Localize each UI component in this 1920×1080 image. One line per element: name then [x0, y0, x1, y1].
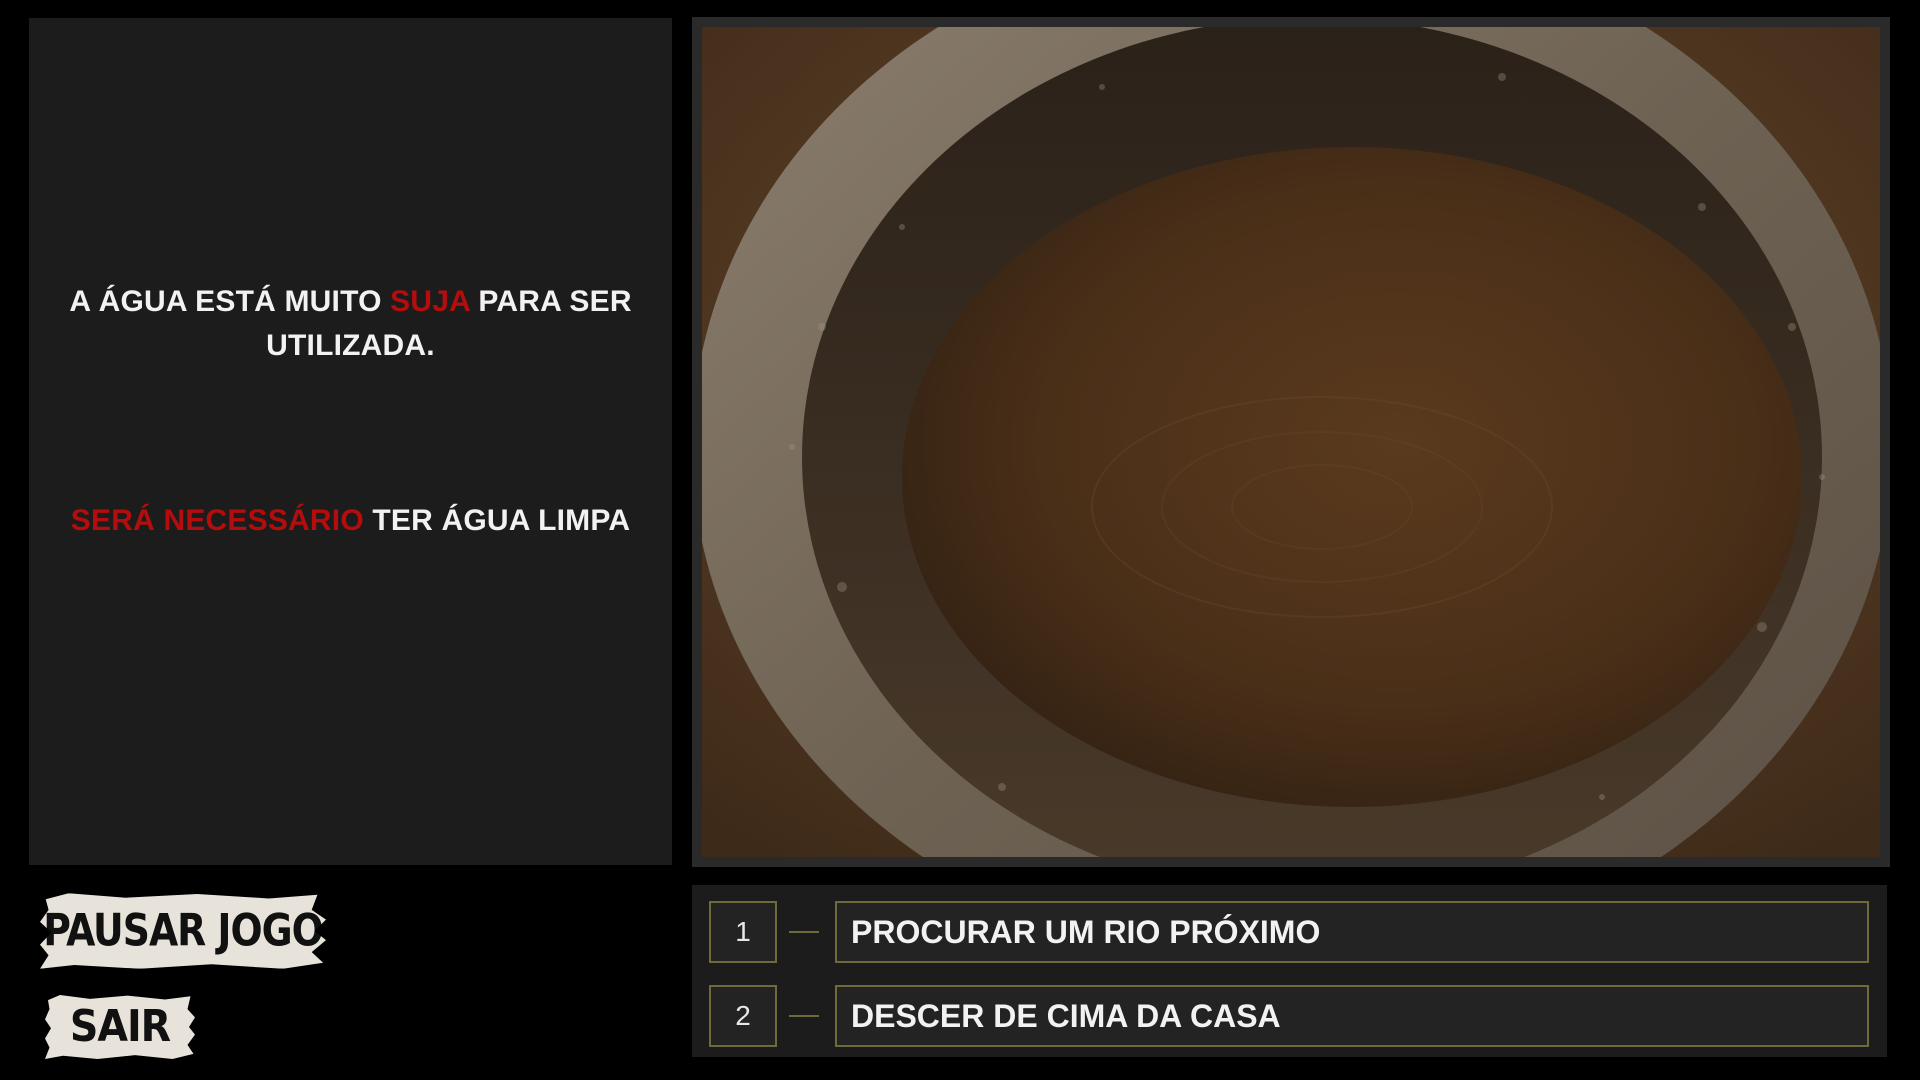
choice-label[interactable]: PROCURAR UM RIO PRÓXIMO	[835, 901, 1869, 963]
narration-line-1-start: A ÁGUA ESTÁ MUITO	[69, 285, 391, 318]
narration-highlight-necessary: SERÁ NECESSÁRIO	[70, 504, 364, 537]
choice-connector	[789, 931, 819, 933]
narration-line-2: SERÁ NECESSÁRIO TER ÁGUA LIMPA	[49, 499, 652, 543]
choices-panel: 1 PROCURAR UM RIO PRÓXIMO 2 DESCER DE CI…	[692, 885, 1887, 1057]
choice-label[interactable]: DESCER DE CIMA DA CASA	[835, 985, 1869, 1047]
choice-connector	[789, 1015, 819, 1017]
choice-option-2[interactable]: 2 DESCER DE CIMA DA CASA	[709, 985, 1869, 1047]
choice-option-1[interactable]: 1 PROCURAR UM RIO PRÓXIMO	[709, 901, 1869, 963]
pause-game-button[interactable]: PAUSAR JOGO	[40, 893, 326, 969]
narration-line-2-end: TER ÁGUA LIMPA	[363, 504, 631, 537]
choice-number[interactable]: 1	[709, 901, 777, 963]
narration-line-1: A ÁGUA ESTÁ MUITO SUJA PARA SER UTILIZAD…	[59, 280, 642, 368]
exit-button[interactable]: SAIR	[45, 995, 195, 1059]
narration-highlight-dirty: SUJA	[390, 285, 470, 318]
choice-number[interactable]: 2	[709, 985, 777, 1047]
narration-panel: A ÁGUA ESTÁ MUITO SUJA PARA SER UTILIZAD…	[29, 18, 672, 865]
dirty-water-barrel-image	[702, 27, 1880, 857]
game-screen: A ÁGUA ESTÁ MUITO SUJA PARA SER UTILIZAD…	[0, 0, 1920, 1080]
pause-game-label: PAUSAR JOGO	[43, 904, 323, 957]
exit-label: SAIR	[69, 1001, 171, 1052]
scene-image-frame	[692, 17, 1890, 867]
